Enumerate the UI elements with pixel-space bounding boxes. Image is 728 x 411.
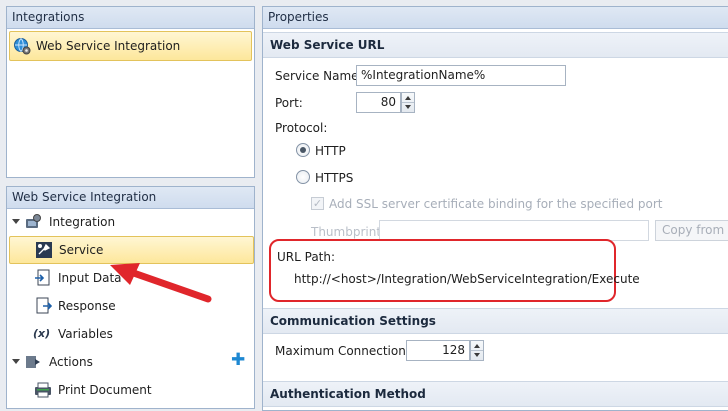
max-connections-label: Maximum Connections:	[275, 344, 417, 358]
variables-icon: (x)	[33, 327, 51, 340]
tree-node-label: Variables	[58, 327, 113, 341]
tree-panel-title: Web Service Integration	[7, 187, 254, 209]
integrations-panel-title: Integrations	[7, 7, 254, 29]
https-radio-label: HTTPS	[315, 171, 354, 185]
tree-node-variables[interactable]: (x) Variables	[7, 320, 254, 348]
spinner-divider	[471, 350, 483, 351]
http-radio-label: HTTP	[315, 144, 346, 158]
tree-node-integration[interactable]: Integration	[7, 208, 254, 236]
integration-icon	[24, 213, 42, 231]
url-path-label: URL Path:	[277, 250, 336, 264]
http-radio[interactable]	[296, 143, 310, 157]
annotation-arrow-icon	[110, 263, 212, 303]
integration-list-item-web-service[interactable]: Web Service Integration	[9, 31, 252, 61]
max-connections-spinner[interactable]	[470, 340, 484, 361]
globe-gear-icon	[13, 37, 31, 55]
printer-icon	[34, 381, 52, 399]
spin-up-icon[interactable]	[474, 344, 480, 348]
max-connections-input[interactable]: 128	[406, 340, 470, 361]
ssl-binding-checkbox[interactable]: ✓	[311, 197, 324, 210]
integration-list-item-label: Web Service Integration	[36, 39, 181, 53]
section-communication-settings: Communication Settings	[263, 308, 728, 334]
port-label: Port:	[275, 96, 303, 110]
spin-down-icon[interactable]	[474, 353, 480, 357]
copy-from-button[interactable]: Copy from a	[655, 220, 728, 241]
tree-node-label: Service	[59, 243, 104, 257]
actions-icon	[24, 353, 42, 371]
thumbprint-input[interactable]	[379, 220, 649, 241]
port-input[interactable]: 80	[356, 92, 401, 113]
protocol-label: Protocol:	[275, 121, 328, 135]
service-name-label: Service Name:	[275, 69, 363, 83]
tree-node-label: Print Document	[58, 383, 152, 397]
section-web-service-url: Web Service URL	[263, 32, 728, 58]
tree-node-print-document[interactable]: Print Document	[7, 376, 254, 404]
expand-arrow-icon[interactable]	[12, 359, 20, 364]
response-icon	[34, 297, 53, 315]
spin-up-icon[interactable]	[405, 96, 411, 100]
url-path-highlight	[269, 239, 616, 302]
https-radio[interactable]	[296, 170, 310, 184]
properties-panel-title: Properties	[263, 7, 728, 29]
section-authentication-method: Authentication Method	[263, 381, 728, 407]
add-action-icon[interactable]: ✚	[231, 351, 249, 369]
tree-node-label: Actions	[49, 355, 93, 369]
spin-down-icon[interactable]	[405, 105, 411, 109]
input-data-icon	[34, 269, 52, 287]
integrations-panel: Integrations Web Service Integration	[6, 6, 255, 178]
tree-node-label: Integration	[49, 215, 116, 229]
tree-node-actions[interactable]: Actions ✚	[7, 348, 254, 376]
port-spinner[interactable]	[401, 92, 415, 113]
thumbprint-label: Thumbprint:	[311, 225, 386, 239]
expand-arrow-icon[interactable]	[12, 219, 20, 224]
properties-panel: Properties Web Service URL Service Name:…	[262, 6, 728, 411]
service-icon	[35, 241, 53, 259]
service-name-input[interactable]: %IntegrationName%	[356, 65, 566, 86]
spinner-divider	[402, 102, 414, 103]
ssl-binding-label: Add SSL server certificate binding for t…	[329, 197, 663, 211]
url-path-value: http://<host>/Integration/WebServiceInte…	[294, 272, 640, 286]
